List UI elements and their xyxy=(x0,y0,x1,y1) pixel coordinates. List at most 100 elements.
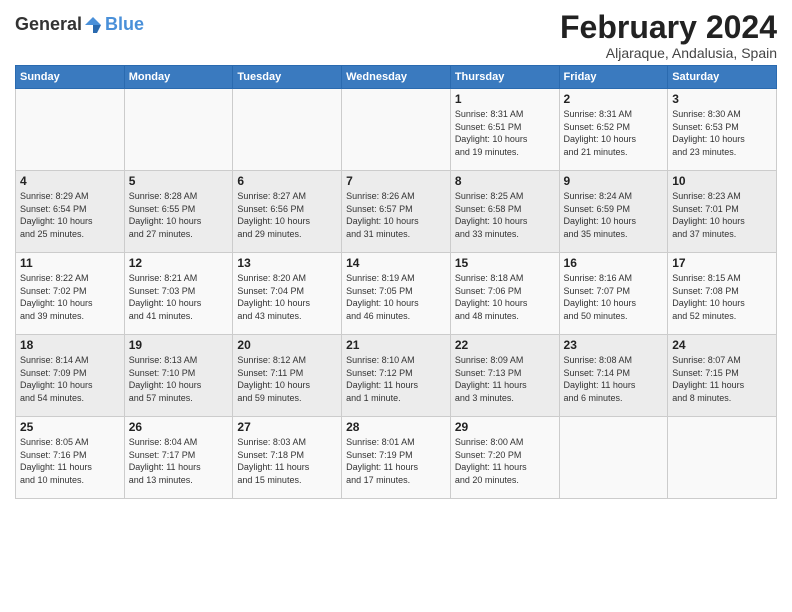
day-number: 5 xyxy=(129,174,229,188)
calendar-cell xyxy=(233,89,342,171)
main-title: February 2024 xyxy=(560,10,777,45)
calendar-header: SundayMondayTuesdayWednesdayThursdayFrid… xyxy=(16,66,777,89)
calendar-cell: 11Sunrise: 8:22 AM Sunset: 7:02 PM Dayli… xyxy=(16,253,125,335)
weekday-header-row: SundayMondayTuesdayWednesdayThursdayFrid… xyxy=(16,66,777,89)
weekday-header-tuesday: Tuesday xyxy=(233,66,342,89)
day-info: Sunrise: 8:15 AM Sunset: 7:08 PM Dayligh… xyxy=(672,272,772,322)
calendar-cell: 25Sunrise: 8:05 AM Sunset: 7:16 PM Dayli… xyxy=(16,417,125,499)
calendar-cell: 26 Sunrise: 8:04 AM Sunset: 7:17 PM Dayli… xyxy=(124,417,233,499)
day-number: 21 xyxy=(346,338,446,352)
day-number: 9 xyxy=(564,174,664,188)
day-number: 1 xyxy=(455,92,555,106)
calendar-week-row: 1 Sunrise: 8:31 AM Sunset: 6:51 PM Daylig… xyxy=(16,89,777,171)
day-info: Sunrise: 8:09 AM Sunset: 7:13 PM Dayligh… xyxy=(455,354,555,404)
day-number: 10 xyxy=(672,174,772,188)
day-number: 17 xyxy=(672,256,772,270)
day-info: Sunrise: 8:03 AM Sunset: 7:18 PM Dayligh… xyxy=(237,436,337,486)
day-info: Sunrise: 8:00 AM Sunset: 7:20 PM Dayligh… xyxy=(455,436,555,486)
day-info: Sunrise: 8:12 AM Sunset: 7:11 PM Dayligh… xyxy=(237,354,337,404)
day-number: 14 xyxy=(346,256,446,270)
day-number: 24 xyxy=(672,338,772,352)
logo-blue: Blue xyxy=(105,14,144,35)
day-info: Sunrise: 8:04 AM Sunset: 7:17 PM Dayligh… xyxy=(129,436,229,486)
calendar-week-row: 18 Sunrise: 8:14 AM Sunset: 7:09 PM Dayli… xyxy=(16,335,777,417)
calendar-cell: 4 Sunrise: 8:29 AM Sunset: 6:54 PM Daylig… xyxy=(16,171,125,253)
calendar-cell: 18 Sunrise: 8:14 AM Sunset: 7:09 PM Dayli… xyxy=(16,335,125,417)
day-number: 3 xyxy=(672,92,772,106)
calendar-cell xyxy=(342,89,451,171)
day-number: 19 xyxy=(129,338,229,352)
day-number: 20 xyxy=(237,338,337,352)
day-info: Sunrise: 8:01 AM Sunset: 7:19 PM Dayligh… xyxy=(346,436,446,486)
day-number: 26 xyxy=(129,420,229,434)
calendar-cell: 8Sunrise: 8:25 AM Sunset: 6:58 PM Daylig… xyxy=(450,171,559,253)
day-info: Sunrise: 8:31 AM Sunset: 6:51 PM Dayligh… xyxy=(455,108,555,158)
day-info: Sunrise: 8:18 AM Sunset: 7:06 PM Dayligh… xyxy=(455,272,555,322)
day-info: Sunrise: 8:08 AM Sunset: 7:14 PM Dayligh… xyxy=(564,354,664,404)
weekday-header-sunday: Sunday xyxy=(16,66,125,89)
calendar-cell: 17 Sunrise: 8:15 AM Sunset: 7:08 PM Dayli… xyxy=(668,253,777,335)
calendar-week-row: 4 Sunrise: 8:29 AM Sunset: 6:54 PM Daylig… xyxy=(16,171,777,253)
day-info: Sunrise: 8:10 AM Sunset: 7:12 PM Dayligh… xyxy=(346,354,446,404)
day-number: 22 xyxy=(455,338,555,352)
weekday-header-thursday: Thursday xyxy=(450,66,559,89)
day-info: Sunrise: 8:27 AM Sunset: 6:56 PM Dayligh… xyxy=(237,190,337,240)
header: General Blue February 2024 Aljaraque, An… xyxy=(15,10,777,61)
weekday-header-monday: Monday xyxy=(124,66,233,89)
calendar-table: SundayMondayTuesdayWednesdayThursdayFrid… xyxy=(15,65,777,499)
calendar-cell: 2Sunrise: 8:31 AM Sunset: 6:52 PM Daylig… xyxy=(559,89,668,171)
day-info: Sunrise: 8:14 AM Sunset: 7:09 PM Dayligh… xyxy=(20,354,120,404)
calendar-week-row: 25Sunrise: 8:05 AM Sunset: 7:16 PM Dayli… xyxy=(16,417,777,499)
calendar-week-row: 11Sunrise: 8:22 AM Sunset: 7:02 PM Dayli… xyxy=(16,253,777,335)
subtitle: Aljaraque, Andalusia, Spain xyxy=(560,45,777,61)
calendar-cell: 6Sunrise: 8:27 AM Sunset: 6:56 PM Daylig… xyxy=(233,171,342,253)
calendar-cell: 5Sunrise: 8:28 AM Sunset: 6:55 PM Daylig… xyxy=(124,171,233,253)
calendar-cell: 28 Sunrise: 8:01 AM Sunset: 7:19 PM Dayli… xyxy=(342,417,451,499)
day-info: Sunrise: 8:30 AM Sunset: 6:53 PM Dayligh… xyxy=(672,108,772,158)
calendar-cell xyxy=(668,417,777,499)
day-info: Sunrise: 8:31 AM Sunset: 6:52 PM Dayligh… xyxy=(564,108,664,158)
day-info: Sunrise: 8:16 AM Sunset: 7:07 PM Dayligh… xyxy=(564,272,664,322)
calendar-cell: 15 Sunrise: 8:18 AM Sunset: 7:06 PM Dayli… xyxy=(450,253,559,335)
calendar-cell: 24 Sunrise: 8:07 AM Sunset: 7:15 PM Dayli… xyxy=(668,335,777,417)
calendar-cell: 7Sunrise: 8:26 AM Sunset: 6:57 PM Daylig… xyxy=(342,171,451,253)
day-number: 4 xyxy=(20,174,120,188)
weekday-header-friday: Friday xyxy=(559,66,668,89)
calendar-cell: 10 Sunrise: 8:23 AM Sunset: 7:01 PM Dayli… xyxy=(668,171,777,253)
day-info: Sunrise: 8:21 AM Sunset: 7:03 PM Dayligh… xyxy=(129,272,229,322)
day-info: Sunrise: 8:05 AM Sunset: 7:16 PM Dayligh… xyxy=(20,436,120,486)
day-number: 18 xyxy=(20,338,120,352)
day-info: Sunrise: 8:23 AM Sunset: 7:01 PM Dayligh… xyxy=(672,190,772,240)
logo-general: General xyxy=(15,14,82,35)
day-info: Sunrise: 8:19 AM Sunset: 7:05 PM Dayligh… xyxy=(346,272,446,322)
calendar-cell xyxy=(559,417,668,499)
day-number: 29 xyxy=(455,420,555,434)
calendar-cell: 29 Sunrise: 8:00 AM Sunset: 7:20 PM Dayli… xyxy=(450,417,559,499)
day-info: Sunrise: 8:20 AM Sunset: 7:04 PM Dayligh… xyxy=(237,272,337,322)
logo: General Blue xyxy=(15,14,144,35)
calendar-cell xyxy=(124,89,233,171)
calendar-cell: 22 Sunrise: 8:09 AM Sunset: 7:13 PM Dayli… xyxy=(450,335,559,417)
day-number: 28 xyxy=(346,420,446,434)
calendar-cell: 27 Sunrise: 8:03 AM Sunset: 7:18 PM Dayli… xyxy=(233,417,342,499)
calendar-cell: 23Sunrise: 8:08 AM Sunset: 7:14 PM Dayli… xyxy=(559,335,668,417)
day-info: Sunrise: 8:29 AM Sunset: 6:54 PM Dayligh… xyxy=(20,190,120,240)
day-info: Sunrise: 8:26 AM Sunset: 6:57 PM Dayligh… xyxy=(346,190,446,240)
calendar-cell xyxy=(16,89,125,171)
day-number: 27 xyxy=(237,420,337,434)
day-info: Sunrise: 8:24 AM Sunset: 6:59 PM Dayligh… xyxy=(564,190,664,240)
calendar-cell: 21 Sunrise: 8:10 AM Sunset: 7:12 PM Dayli… xyxy=(342,335,451,417)
day-info: Sunrise: 8:13 AM Sunset: 7:10 PM Dayligh… xyxy=(129,354,229,404)
day-info: Sunrise: 8:07 AM Sunset: 7:15 PM Dayligh… xyxy=(672,354,772,404)
calendar-cell: 9 Sunrise: 8:24 AM Sunset: 6:59 PM Daylig… xyxy=(559,171,668,253)
calendar-cell: 19 Sunrise: 8:13 AM Sunset: 7:10 PM Dayli… xyxy=(124,335,233,417)
calendar-cell: 20 Sunrise: 8:12 AM Sunset: 7:11 PM Dayli… xyxy=(233,335,342,417)
calendar-cell: 14 Sunrise: 8:19 AM Sunset: 7:05 PM Dayli… xyxy=(342,253,451,335)
day-number: 11 xyxy=(20,256,120,270)
calendar-cell: 1 Sunrise: 8:31 AM Sunset: 6:51 PM Daylig… xyxy=(450,89,559,171)
day-number: 15 xyxy=(455,256,555,270)
logo-icon xyxy=(83,15,103,35)
weekday-header-wednesday: Wednesday xyxy=(342,66,451,89)
calendar-body: 1 Sunrise: 8:31 AM Sunset: 6:51 PM Daylig… xyxy=(16,89,777,499)
calendar-cell: 12Sunrise: 8:21 AM Sunset: 7:03 PM Dayli… xyxy=(124,253,233,335)
